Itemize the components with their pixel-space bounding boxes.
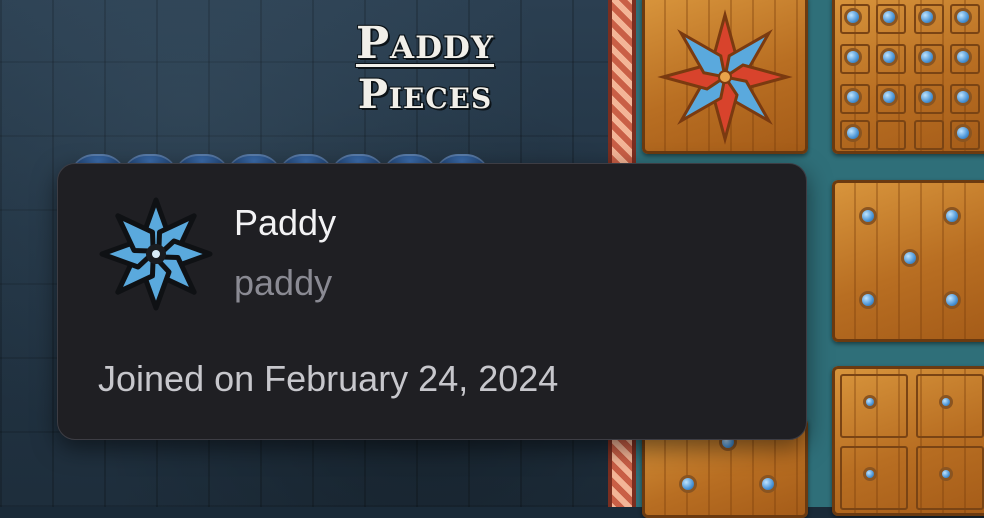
page-title: Paddy Pieces <box>330 18 520 118</box>
title-line-2: Pieces <box>357 71 493 118</box>
blue-rosette-icon <box>99 197 213 311</box>
profile-card: Paddy paddy Joined on February 24, 2024 <box>57 163 807 440</box>
profile-display-name: Paddy <box>234 202 337 243</box>
board-tile-grid[interactable] <box>832 0 984 154</box>
board-tile-five-dots[interactable] <box>832 180 984 342</box>
profile-username: paddy <box>234 262 333 303</box>
title-line-1: Paddy <box>355 18 495 69</box>
profile-joined-date: Joined on February 24, 2024 <box>98 358 559 399</box>
board-tile-pattern[interactable] <box>832 366 984 516</box>
rosette-icon <box>657 9 793 145</box>
